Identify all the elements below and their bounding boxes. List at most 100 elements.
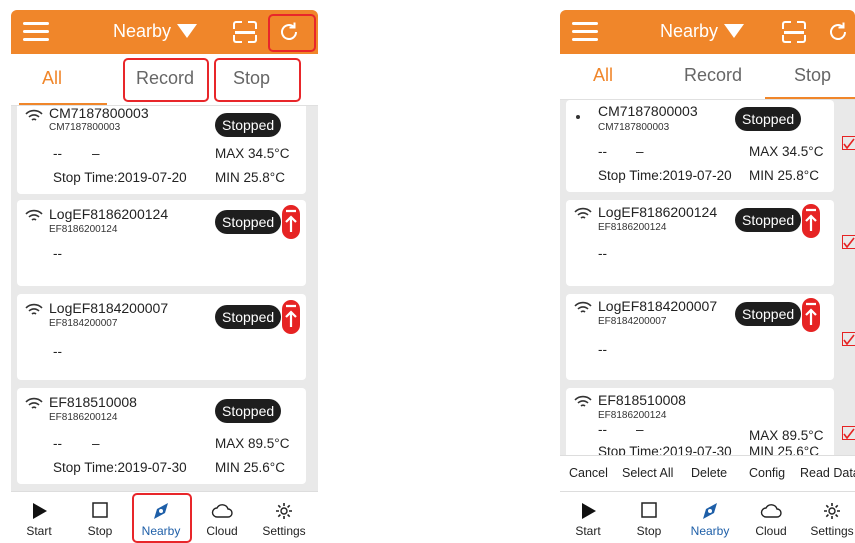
bullet-icon [576,115,580,119]
triangle-down-icon [177,24,198,38]
menu-icon[interactable] [572,21,598,43]
device-card[interactable]: EF818510008 EF8186200124 -- – MAX 89.5°C… [566,388,834,455]
cloud-icon [211,504,233,518]
nav-start[interactable]: Start [560,492,616,543]
wifi-icon [25,397,43,409]
device-name: LogEF8184200007 [49,300,169,316]
status-badge: Stopped [735,208,802,232]
tab-all[interactable]: All [42,68,62,89]
config-button[interactable]: Config [749,466,785,480]
device-card[interactable]: CM7187800003 CM7187800003 Stopped -- – M… [566,100,834,192]
device-list[interactable]: CM7187800003 CM7187800003 Stopped -- – M… [11,106,318,491]
nav-settings[interactable]: Settings [256,492,312,543]
status-badge: Stopped [215,305,282,329]
device-card[interactable]: LogEF8184200007 EF8184200007 Stopped -- [17,294,306,380]
status-badge: Stopped [215,399,282,423]
menu-icon[interactable] [23,21,49,43]
device-id: CM7187800003 [598,122,670,133]
cloud-icon [760,504,782,518]
device-name: EF818510008 [49,394,137,410]
nav-cloud[interactable]: Cloud [743,492,799,543]
bottom-nav: Start Stop Nearby Cloud Settings [560,491,855,543]
device-list[interactable]: CM7187800003 CM7187800003 Stopped -- – M… [560,100,855,455]
tab-record[interactable]: Record [684,65,742,86]
location-dropdown[interactable]: Nearby [660,21,745,42]
tab-all[interactable]: All [593,65,613,86]
device-card[interactable]: EF818510008 EF8186200124 Stopped -- – MA… [17,388,306,484]
select-all-button[interactable]: Select All [622,466,673,480]
device-card[interactable]: LogEF8184200007 EF8184200007 Stopped -- [566,294,834,380]
nav-settings[interactable]: Settings [804,492,855,543]
stop-time: Stop Time:2019-07-30 [598,444,732,455]
max-temp: MAX 34.5°C [215,146,290,161]
scan-icon[interactable] [782,21,806,43]
value-placeholder: -- [53,146,62,161]
min-temp: MIN 25.6°C [215,460,285,475]
compass-icon [703,503,717,519]
value-placeholder: -- [53,436,62,451]
wifi-icon [25,209,43,221]
tab-active-indicator [765,97,855,99]
wifi-icon [574,207,592,219]
device-id: EF8184200007 [598,316,667,327]
device-id: EF8186200124 [598,410,667,421]
play-icon [582,503,596,519]
nav-start[interactable]: Start [11,492,67,543]
refresh-icon[interactable] [826,20,850,44]
screen-nearby-selection: Nearby All Record Stop CM7187800003 CM71… [560,10,855,543]
upload-icon[interactable] [802,298,820,332]
device-card[interactable]: LogEF8186200124 EF8186200124 Stopped -- [17,200,306,286]
status-badge: Stopped [215,210,282,234]
read-data-button[interactable]: Read Data [800,466,855,480]
value-placeholder: – [636,422,644,437]
square-icon [92,502,108,518]
min-temp: MIN 25.8°C [215,170,285,185]
value-placeholder: -- [53,246,62,261]
highlight-refresh [268,14,316,52]
nav-stop[interactable]: Stop [72,492,128,543]
device-name: LogEF8184200007 [598,298,718,314]
device-card[interactable]: LogEF8186200124 EF8186200124 Stopped -- [566,200,834,286]
stop-time: Stop Time:2019-07-30 [53,460,187,475]
value-placeholder: -- [598,246,607,261]
stop-time: Stop Time:2019-07-20 [53,170,187,185]
device-name: LogEF8186200124 [598,204,718,220]
scan-icon[interactable] [233,21,257,43]
min-temp: MIN 25.8°C [749,168,819,183]
highlight-tab-record [123,58,209,102]
status-badge: Stopped [215,113,282,137]
wifi-icon [25,303,43,315]
device-name: LogEF8186200124 [49,206,169,222]
delete-button[interactable]: Delete [691,466,727,480]
tab-stop[interactable]: Stop [794,65,831,86]
value-placeholder: – [92,146,100,161]
cancel-button[interactable]: Cancel [569,466,608,480]
screen-nearby-list: Nearby All Record Stop CM7187800003 CM71… [11,10,318,543]
upload-icon[interactable] [802,204,820,238]
upload-icon[interactable] [282,205,300,239]
header-title: Nearby [113,21,172,41]
device-id: EF8186200124 [598,222,667,233]
location-dropdown[interactable]: Nearby [113,21,198,42]
select-checkbox[interactable] [842,332,855,346]
stop-time: Stop Time:2019-07-20 [598,168,732,183]
select-checkbox[interactable] [842,235,855,249]
triangle-down-icon [724,24,745,38]
tab-active-indicator [19,103,107,105]
status-badge: Stopped [735,302,802,326]
select-checkbox[interactable] [842,136,855,150]
nav-nearby[interactable]: Nearby [682,492,738,543]
gear-icon [824,503,840,519]
play-icon [33,503,47,519]
upload-icon[interactable] [282,300,300,334]
value-placeholder: – [92,436,100,451]
nav-stop[interactable]: Stop [621,492,677,543]
tab-bar: All Record Stop [560,54,855,100]
select-checkbox[interactable] [842,426,855,440]
device-name: CM7187800003 [49,106,149,121]
nav-cloud[interactable]: Cloud [194,492,250,543]
device-id: EF8186200124 [49,224,118,235]
value-placeholder: – [636,144,644,159]
max-temp: MAX 89.5°C [215,436,290,451]
device-card[interactable]: CM7187800003 CM7187800003 Stopped -- – M… [17,106,306,194]
